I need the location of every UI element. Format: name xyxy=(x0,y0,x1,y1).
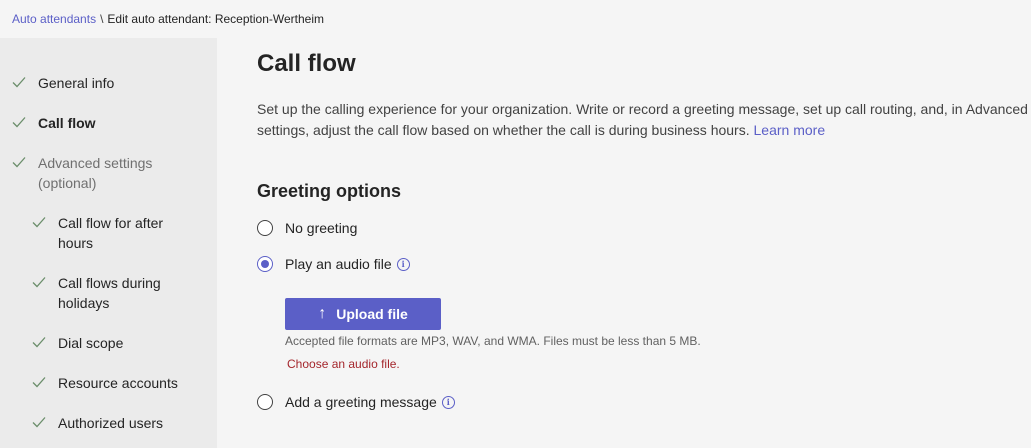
info-icon[interactable]: i xyxy=(396,257,410,271)
radio-option-greeting-message[interactable]: Add a greeting message i xyxy=(257,394,455,410)
section-title-greeting-options: Greeting options xyxy=(257,181,401,201)
sidebar-item-call-flow[interactable]: Call flow xyxy=(12,113,96,133)
radio-option-play-audio[interactable]: Play an audio file i xyxy=(257,256,410,272)
breadcrumb-auto-attendants-link[interactable]: Auto attendants xyxy=(12,12,96,26)
sidebar-item-label: Authorized users xyxy=(58,415,164,431)
radio-button[interactable] xyxy=(257,394,273,410)
upload-hint: Accepted file formats are MP3, WAV, and … xyxy=(285,334,701,348)
sidebar-item-label: Call flows during holidays xyxy=(58,275,161,311)
sidebar-item-authorized-users[interactable]: Authorized users xyxy=(32,413,163,433)
check-icon xyxy=(32,217,46,228)
sidebar-item-label: Call flow xyxy=(38,115,96,131)
sidebar-item-label: Dial scope xyxy=(58,335,124,351)
check-icon xyxy=(12,77,26,88)
sidebar-item-label: Advanced settings (optional) xyxy=(38,155,153,191)
check-icon xyxy=(12,157,26,168)
upload-button-label: Upload file xyxy=(336,306,408,322)
radio-button[interactable] xyxy=(257,220,273,236)
sidebar-item-label: Resource accounts xyxy=(58,375,178,391)
radio-label: Play an audio file xyxy=(285,256,392,272)
breadcrumb-current: Edit auto attendant: Reception-Wertheim xyxy=(107,12,324,26)
check-icon xyxy=(32,377,46,388)
error-message: Choose an audio file. xyxy=(287,357,400,371)
sidebar-item-label: General info xyxy=(38,75,115,91)
sidebar: General info Call flow Advanced settings… xyxy=(0,38,217,448)
sidebar-item-label: Call flow for after hours xyxy=(58,215,164,251)
check-icon xyxy=(32,277,46,288)
breadcrumb: Auto attendants \ Edit auto attendant: R… xyxy=(0,0,1031,38)
learn-more-link[interactable]: Learn more xyxy=(754,122,826,138)
radio-label: No greeting xyxy=(285,220,358,236)
description-text: Set up the calling experience for your o… xyxy=(257,101,1028,138)
sidebar-item-holidays[interactable]: Call flows during holidays xyxy=(32,273,177,313)
info-icon[interactable]: i xyxy=(441,395,455,409)
sidebar-item-general-info[interactable]: General info xyxy=(12,73,114,93)
sidebar-item-advanced-settings[interactable]: Advanced settings (optional) xyxy=(12,153,162,193)
sidebar-item-after-hours[interactable]: Call flow for after hours xyxy=(32,213,177,253)
radio-label: Add a greeting message xyxy=(285,394,437,410)
upload-file-button[interactable]: ↑ Upload file xyxy=(285,298,441,330)
radio-button-selected[interactable] xyxy=(257,256,273,272)
main-content: Call flow Set up the calling experience … xyxy=(217,38,1031,448)
sidebar-item-dial-scope[interactable]: Dial scope xyxy=(32,333,123,353)
check-icon xyxy=(32,417,46,428)
check-icon xyxy=(32,337,46,348)
breadcrumb-separator: \ xyxy=(100,12,104,26)
upload-arrow-icon: ↑ xyxy=(318,305,327,322)
radio-option-no-greeting[interactable]: No greeting xyxy=(257,220,357,236)
check-icon xyxy=(12,117,26,128)
page-description: Set up the calling experience for your o… xyxy=(257,99,1031,141)
sidebar-item-resource-accounts[interactable]: Resource accounts xyxy=(32,373,178,393)
page-title: Call flow xyxy=(257,50,356,77)
